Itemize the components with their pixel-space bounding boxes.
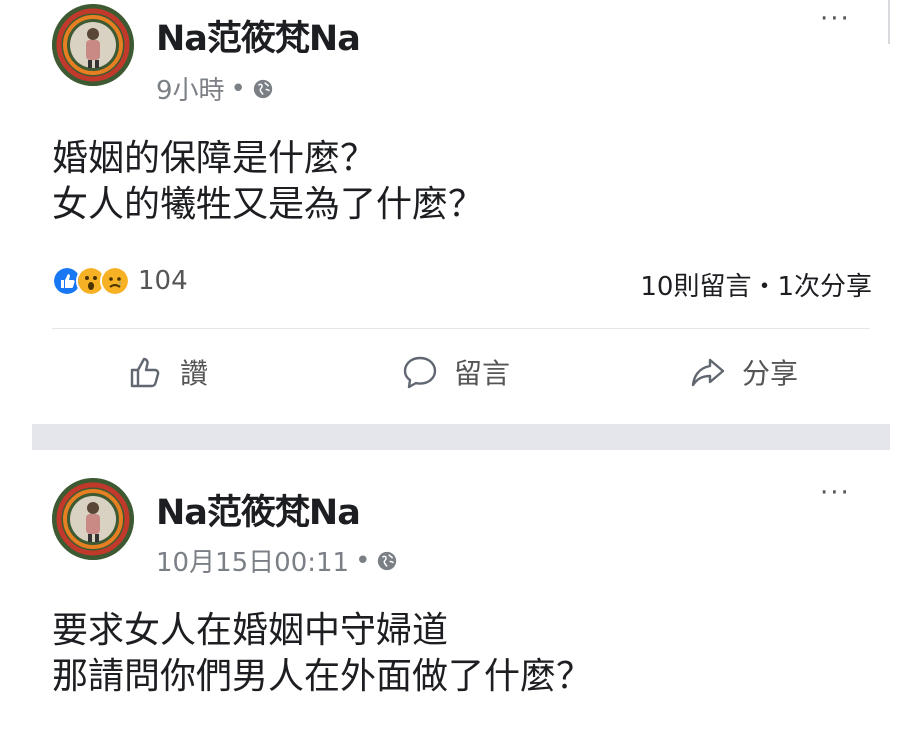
comments-shares-count[interactable]: 10則留言・1次分享 (640, 266, 872, 303)
post-line: 那請問你們男人在外面做了什麼？ (52, 656, 593, 697)
reaction-count: 104 (138, 266, 188, 296)
author-name[interactable]: Na范筱梵Na (156, 484, 361, 535)
like-label: 讚 (180, 357, 209, 390)
avatar-image (52, 4, 134, 86)
post-line: 婚姻的保障是什麼？ (52, 138, 377, 179)
divider (52, 328, 870, 329)
separator-dot: • (355, 545, 371, 576)
comment-icon (403, 356, 437, 389)
more-options-button[interactable]: ··· (820, 4, 851, 34)
comment-button[interactable]: 留言 (400, 352, 510, 392)
post-card: Na范筱梵Na 10月15日00:11 • ··· 要求女人在婚姻中守婦道 那請… (0, 450, 908, 732)
share-icon (691, 358, 725, 387)
post-line: 要求女人在婚姻中守婦道 (52, 610, 449, 651)
avatar[interactable] (52, 4, 134, 86)
share-label: 分享 (742, 357, 799, 390)
post-body: 要求女人在婚姻中守婦道 那請問你們男人在外面做了什麼？ (52, 608, 592, 700)
sad-icon (100, 266, 130, 296)
avatar-image (52, 478, 134, 560)
share-button[interactable]: 分享 (688, 352, 798, 392)
globe-icon (253, 79, 273, 98)
timestamp-text[interactable]: 9小時 (156, 70, 225, 107)
post-line: 女人的犧牲又是為了什麼？ (52, 184, 485, 225)
post-card: Na范筱梵Na 9小時 • ··· 婚姻的保障是什麼？ 女人的犧牲又是為了什麼？ (0, 0, 908, 424)
feed-separator (32, 424, 890, 450)
avatar[interactable] (52, 478, 134, 560)
more-options-button[interactable]: ··· (820, 478, 851, 508)
separator-dot: • (230, 73, 246, 104)
comment-label: 留言 (454, 357, 511, 390)
thumbs-up-icon (130, 357, 160, 388)
post-timestamp[interactable]: 10月15日00:11 • (156, 542, 398, 579)
post-timestamp[interactable]: 9小時 • (156, 70, 274, 107)
globe-icon (378, 551, 397, 570)
reactions-summary[interactable]: 104 (52, 266, 188, 296)
author-name[interactable]: Na范筱梵Na (156, 10, 361, 61)
timestamp-text[interactable]: 10月15日00:11 (156, 542, 349, 579)
scroll-edge (888, 0, 890, 44)
like-button[interactable]: 讚 (126, 352, 208, 392)
post-body: 婚姻的保障是什麼？ 女人的犧牲又是為了什麼？ (52, 136, 484, 228)
